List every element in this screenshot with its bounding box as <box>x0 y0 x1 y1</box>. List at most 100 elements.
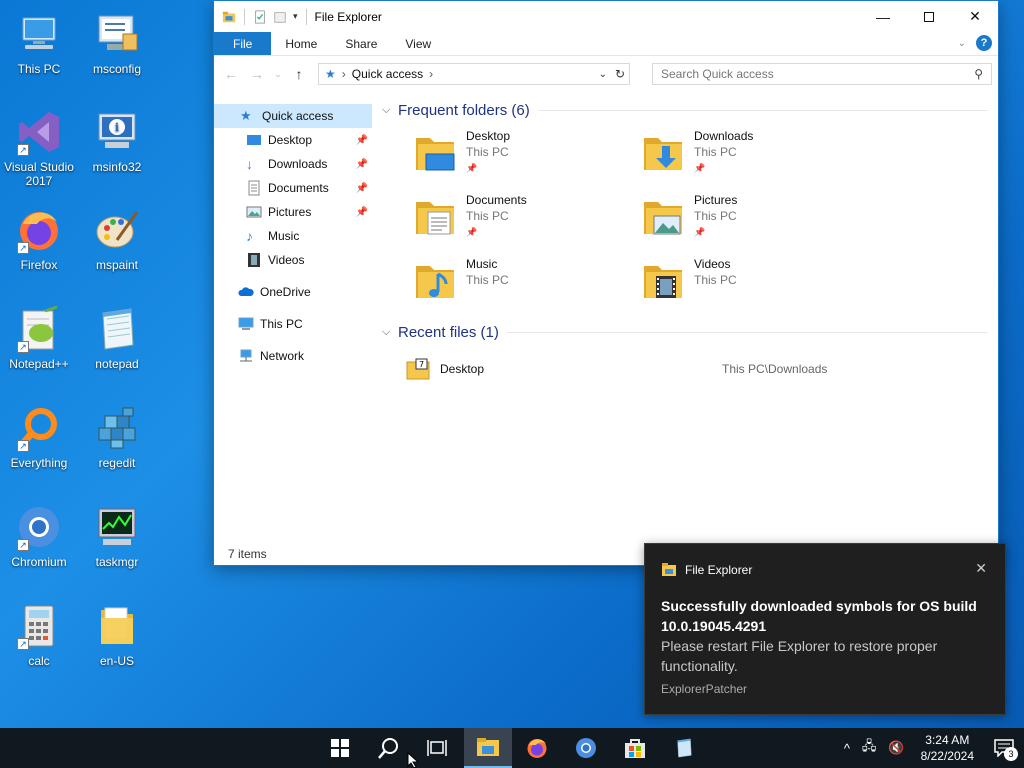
volume-muted-icon[interactable]: 🔇 <box>882 740 910 756</box>
nav-downloads[interactable]: ↓ Downloads 📌 <box>214 152 372 176</box>
recent-locations-icon[interactable]: ⌄ <box>272 69 284 80</box>
frequent-folder-downloads[interactable]: Downloads This PC 📌 <box>640 128 868 178</box>
store-bag-icon <box>625 739 645 758</box>
desktop-icon-msconfig[interactable]: msconfig <box>78 10 156 76</box>
desktop-icon-mspaint[interactable]: mspaint <box>78 206 156 272</box>
task-view-button[interactable] <box>413 728 461 768</box>
nav-videos[interactable]: Videos <box>214 248 372 272</box>
desktop-icon-regedit[interactable]: regedit <box>78 404 156 470</box>
search-box[interactable]: Search Quick access ⚲ <box>652 63 992 85</box>
frequent-folder-pictures[interactable]: Pictures This PC 📌 <box>640 192 868 242</box>
pin-icon[interactable]: 📌 <box>356 183 368 194</box>
address-bar[interactable]: ★ › Quick access › ⌄ ↻ <box>318 63 630 85</box>
folder-location: This PC <box>694 145 737 159</box>
pictures-folder-icon <box>644 202 682 235</box>
network-status-icon[interactable]: 🖧 <box>856 737 883 759</box>
close-button[interactable]: ✕ <box>952 1 998 32</box>
frequent-folder-videos[interactable]: Videos This PC <box>640 256 868 306</box>
pinned-icon: 📌 <box>466 227 478 237</box>
breadcrumb-separator-icon: › <box>341 67 346 81</box>
forward-arrow-icon[interactable]: → <box>246 66 268 82</box>
desktop-icon-visual-studio[interactable]: ↗ Visual Studio 2017 <box>0 108 78 188</box>
desktop-icon-en-us[interactable]: en-US <box>78 602 156 668</box>
taskbar-file-explorer[interactable] <box>464 728 512 768</box>
show-hidden-icons-chevron-icon[interactable]: ^ <box>838 741 856 756</box>
taskbar-chromium[interactable] <box>562 728 610 768</box>
tab-view[interactable]: View <box>391 32 445 55</box>
nav-pictures[interactable]: Pictures 📌 <box>214 200 372 224</box>
desktop-icon-calc[interactable]: ↗ calc <box>0 602 78 668</box>
breadcrumb-separator-icon: › <box>429 67 434 81</box>
registry-cubes-icon <box>98 407 136 449</box>
desktop-icon-this-pc[interactable]: This PC <box>0 10 78 76</box>
folder-name: Downloads <box>694 129 754 143</box>
new-folder-icon[interactable] <box>273 10 287 24</box>
title-bar[interactable]: ▾ File Explorer — ✕ <box>214 1 998 32</box>
frequent-folder-desktop[interactable]: Desktop This PC 📌 <box>412 128 640 178</box>
nav-this-pc[interactable]: This PC <box>214 312 372 336</box>
nav-network[interactable]: Network <box>214 344 372 368</box>
expand-ribbon-icon[interactable]: ⌄ <box>958 38 966 49</box>
refresh-icon[interactable]: ↻ <box>615 67 625 81</box>
recent-files-header[interactable]: ⌵ Recent files (1) <box>382 322 998 342</box>
toast-notification[interactable]: File Explorer ✕ Successfully downloaded … <box>644 543 1006 715</box>
customize-toolbar-dropdown-icon[interactable]: ▾ <box>293 11 298 22</box>
folder-location: This PC <box>466 145 509 159</box>
tab-file[interactable]: File <box>214 32 272 55</box>
collapse-chevron-icon: ⌵ <box>382 325 391 338</box>
nav-desktop[interactable]: Desktop 📌 <box>214 128 372 152</box>
recent-file-row[interactable]: 7 Desktop This PC\Downloads <box>382 356 998 382</box>
group-title: Frequent folders (6) <box>398 101 530 119</box>
address-dropdown-icon[interactable]: ⌄ <box>599 69 607 80</box>
pin-icon[interactable]: 📌 <box>356 207 368 218</box>
desktop-icon-firefox[interactable]: ↗ Firefox <box>0 206 78 272</box>
search-button[interactable] <box>365 728 413 768</box>
up-arrow-icon[interactable]: ↑ <box>288 66 310 82</box>
pin-icon[interactable]: 📌 <box>356 159 368 170</box>
folder-name: Documents <box>466 193 527 207</box>
tab-share[interactable]: Share <box>331 32 391 55</box>
breadcrumb-quick-access[interactable]: Quick access <box>352 67 423 81</box>
minimize-button[interactable]: — <box>860 1 906 32</box>
toast-close-icon[interactable]: ✕ <box>975 560 987 577</box>
frequent-folder-music[interactable]: Music This PC <box>412 256 640 306</box>
help-icon[interactable]: ? <box>976 35 992 51</box>
documents-folder-icon <box>416 202 454 235</box>
nav-quick-access[interactable]: ★ Quick access <box>214 104 372 128</box>
start-button[interactable] <box>316 728 364 768</box>
action-center-button[interactable]: 3 <box>984 739 1024 761</box>
firefox-icon <box>527 739 547 758</box>
notification-count-badge: 3 <box>1004 747 1018 761</box>
taskbar: ^ 🖧 🔇 3:24 AM 8/22/2024 3 <box>0 728 1024 768</box>
explorer-folder-icon <box>477 738 499 756</box>
file-explorer-window[interactable]: ▾ File Explorer — ✕ File Home Share View… <box>213 0 999 566</box>
taskbar-firefox[interactable] <box>513 728 561 768</box>
frequent-folder-documents[interactable]: Documents This PC 📌 <box>412 192 640 242</box>
desktop-icon-label: Everything <box>10 456 68 470</box>
recent-file-name: Desktop <box>440 362 485 376</box>
desktop-icon-chromium[interactable]: ↗ Chromium <box>0 503 78 569</box>
nav-music[interactable]: ♪ Music <box>214 224 372 248</box>
desktop-icon-taskmgr[interactable]: taskmgr <box>78 503 156 569</box>
desktop-icon-everything[interactable]: ↗ Everything <box>0 404 78 470</box>
nav-onedrive[interactable]: OneDrive <box>214 280 372 304</box>
taskbar-notepad[interactable] <box>660 728 708 768</box>
task-manager-icon <box>98 508 136 545</box>
frequent-folders-header[interactable]: ⌵ Frequent folders (6) <box>382 100 998 120</box>
desktop-icon-label: msconfig <box>92 62 142 76</box>
shortcut-arrow-icon: ↗ <box>17 539 29 551</box>
pin-icon[interactable]: 📌 <box>356 135 368 146</box>
desktop-icon-notepadpp[interactable]: ↗ Notepad++ <box>0 305 78 371</box>
taskbar-microsoft-store[interactable] <box>611 728 659 768</box>
desktop-icon-msinfo32[interactable]: i msinfo32 <box>78 108 156 174</box>
nav-label: Desktop <box>268 133 313 147</box>
search-input[interactable]: Search Quick access <box>661 67 774 81</box>
clock[interactable]: 3:24 AM 8/22/2024 <box>911 732 984 764</box>
desktop-icon-notepad[interactable]: notepad <box>78 305 156 371</box>
maximize-button[interactable] <box>906 1 952 32</box>
system-tray: ^ 🖧 🔇 3:24 AM 8/22/2024 3 <box>838 728 1024 768</box>
tab-home[interactable]: Home <box>271 32 331 55</box>
back-arrow-icon[interactable]: ← <box>220 66 242 82</box>
nav-documents[interactable]: Documents 📌 <box>214 176 372 200</box>
properties-icon[interactable] <box>253 9 267 24</box>
